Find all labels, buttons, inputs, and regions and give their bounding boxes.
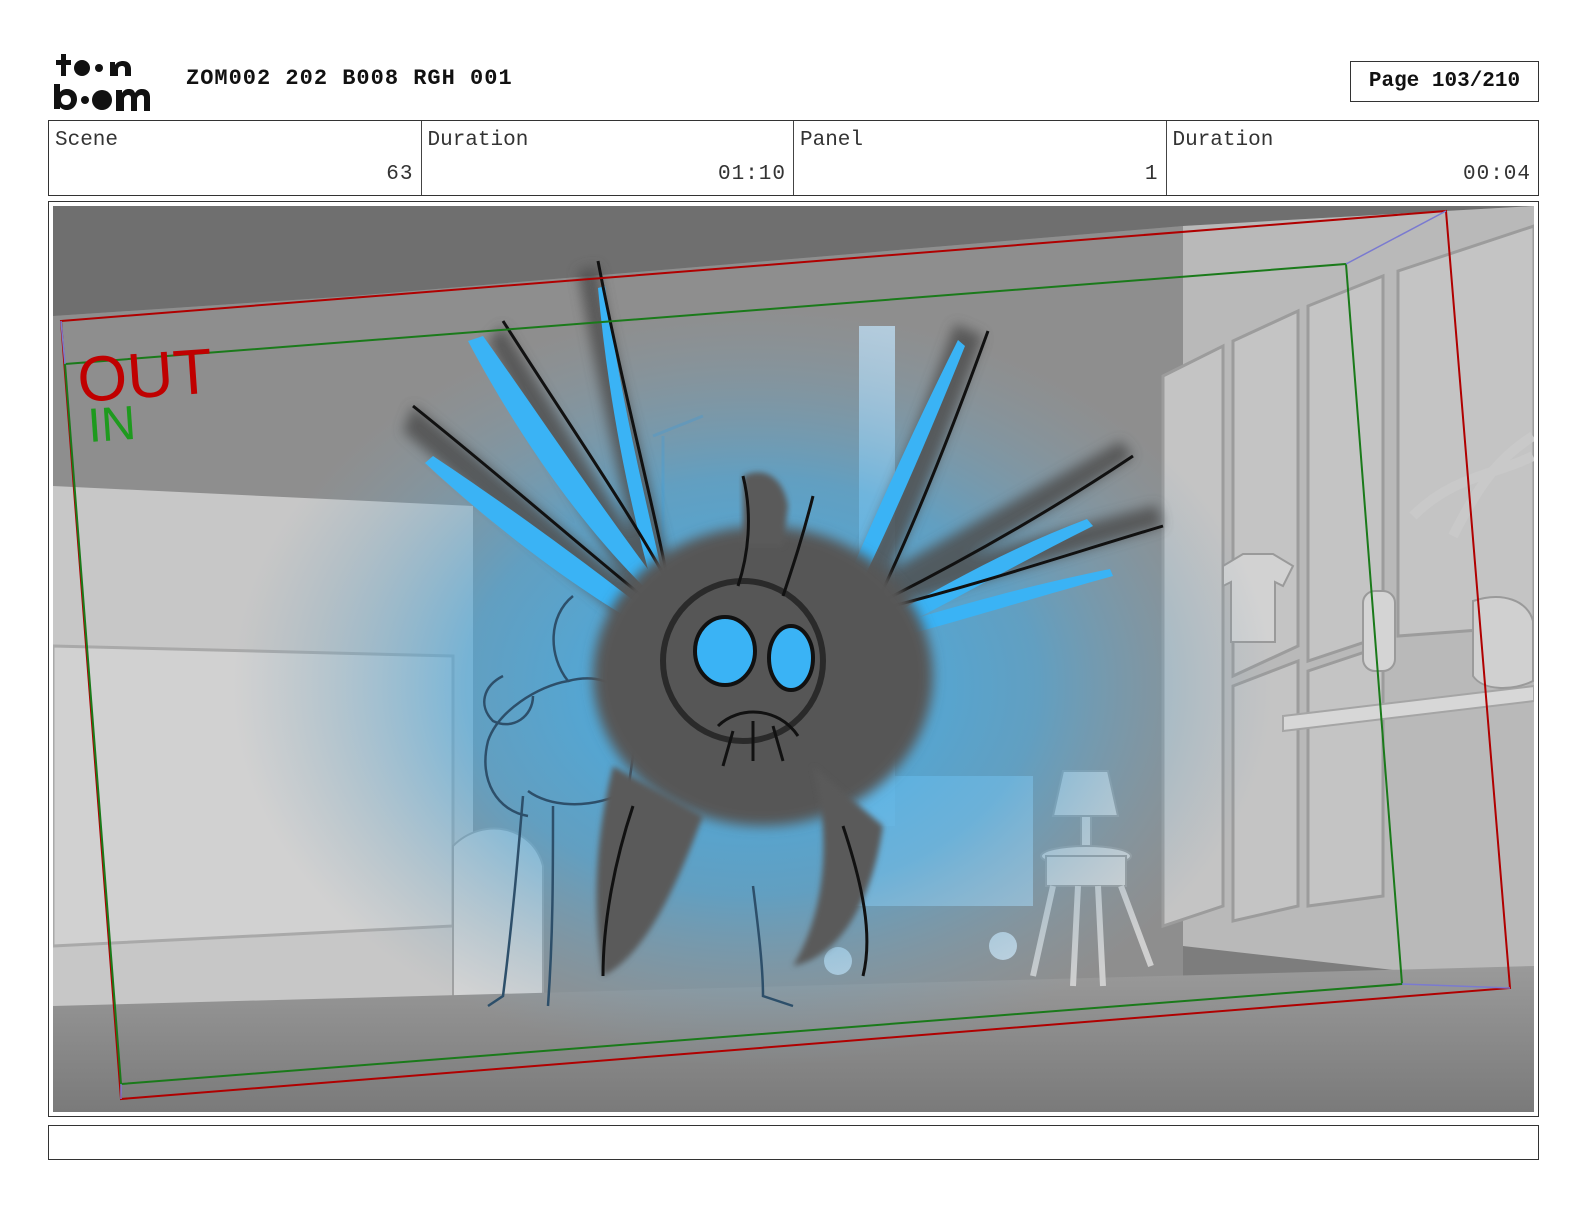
scene-duration-cell: Duration 01:10 [422,121,794,195]
creature-eye-right [767,624,815,692]
storyboard-panel: OUT IN [48,201,1539,1117]
scene-cell: Scene 63 [49,121,422,195]
panel-artwork: OUT IN [53,206,1534,1112]
panel-number: 1 [1144,163,1159,186]
creature-eye-left [693,615,757,687]
scene-number: 63 [386,163,414,186]
in-label: IN [86,397,138,453]
document-title: ZOM002 202 B008 RGH 001 [186,66,513,91]
scene-info-row: Scene 63 Duration 01:10 Panel 1 Duration… [48,120,1539,196]
scene-duration-value: 01:10 [717,163,786,186]
caption-box[interactable] [48,1125,1539,1160]
scene-duration-label: Duration [427,129,529,152]
panel-duration-value: 00:04 [1462,163,1531,186]
toon-boom-logo [54,54,150,111]
page-indicator: Page 103/210 [1350,61,1539,102]
panel-duration-cell: Duration 00:04 [1167,121,1539,195]
panel-cell: Panel 1 [794,121,1167,195]
panel-label: Panel [800,129,864,152]
panel-duration-label: Duration [1172,129,1274,152]
scene-label: Scene [55,129,119,152]
